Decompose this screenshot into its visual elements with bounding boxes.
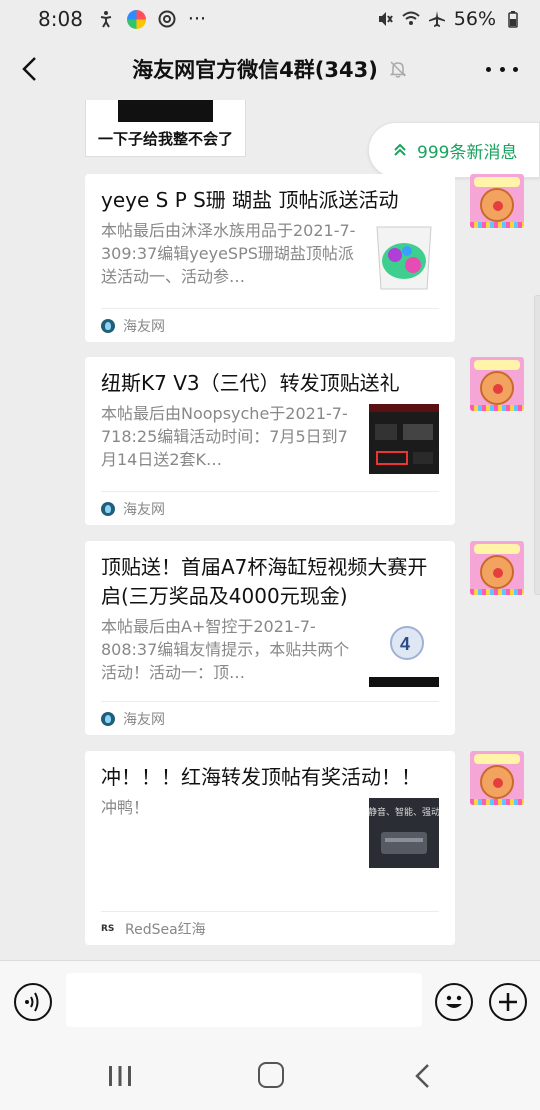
system-nav-bar xyxy=(0,1042,540,1110)
airplane-icon xyxy=(428,11,445,27)
more-notifications-indicator: ··· xyxy=(187,8,207,30)
mute-icon xyxy=(378,12,393,26)
card-description: 本帖最后由Noopsyche于2021-7-718:25编辑活动时间：7月5日到… xyxy=(101,404,348,469)
svg-text:4: 4 xyxy=(400,634,410,654)
avatar[interactable] xyxy=(470,751,524,805)
chat-header: 海友网官方微信4群(343) xyxy=(0,38,540,100)
battery-icon xyxy=(508,11,518,28)
link-card-message[interactable]: yeye S P S珊 瑚盐 顶帖派送活动 本帖最后由沐泽水族用品于2021-7… xyxy=(85,174,455,342)
notification-icons: ··· xyxy=(97,8,206,30)
accessibility-icon xyxy=(100,11,112,28)
voice-input-button[interactable] xyxy=(14,983,52,1021)
card-source-name: 海友网 xyxy=(123,711,165,728)
haiyouwang-logo-icon xyxy=(101,711,115,726)
card-description: 本帖最后由A+智控于2021-7-808:37编辑友情提示，本贴共两个活动！活动… xyxy=(101,617,350,682)
back-nav-icon[interactable] xyxy=(412,1062,434,1090)
card-source-name: RedSea红海 xyxy=(125,921,206,938)
chat-title: 海友网官方微信4群(343) xyxy=(132,58,378,82)
dot-icon xyxy=(486,66,491,72)
plus-icon xyxy=(499,993,517,1011)
link-card-message[interactable]: 冲！！！红海转发顶帖有奖活动！！ 冲鸭！ 静音、智能、强动 RS RedSea红… xyxy=(85,751,455,945)
emoji-button[interactable] xyxy=(435,983,473,1021)
a7-logo-thumbnail: 4 xyxy=(369,617,439,687)
message-input[interactable] xyxy=(66,973,422,1027)
link-card-message[interactable]: 纽斯K7 V3（三代）转发顶贴送礼 本帖最后由Noopsyche于2021-7-… xyxy=(85,357,455,525)
avatar[interactable] xyxy=(470,174,524,228)
new-messages-button[interactable]: 999条新消息 xyxy=(368,122,540,178)
link-card-message[interactable]: 顶贴送！首届A7杯海缸短视频大赛开启(三万奖品及4000元现金) 本帖最后由A+… xyxy=(85,541,455,735)
avatar[interactable] xyxy=(470,541,524,595)
card-source: RS RedSea红海 xyxy=(101,911,439,945)
status-time: 8:08 xyxy=(38,7,83,31)
at-notification-icon xyxy=(158,10,176,28)
smiley-icon xyxy=(446,995,462,1008)
meme-image xyxy=(86,100,245,122)
status-bar: 8:08 ··· 56% xyxy=(0,0,540,38)
previous-image-message[interactable]: 一下子给我整不会了 xyxy=(85,100,246,157)
avatar[interactable] xyxy=(470,357,524,411)
card-title: 顶贴送！首届A7杯海缸短视频大赛开启(三万奖品及4000元现金) xyxy=(101,555,428,608)
card-source-name: 海友网 xyxy=(123,318,165,335)
card-source-name: 海友网 xyxy=(123,501,165,518)
haiyouwang-logo-icon xyxy=(101,318,115,333)
more-functions-button[interactable] xyxy=(489,983,527,1021)
dot-icon xyxy=(499,66,505,72)
recent-apps-icon[interactable] xyxy=(107,1064,133,1088)
dot-icon xyxy=(513,66,518,72)
redsea-logo-icon: RS xyxy=(101,923,115,934)
scroll-handle[interactable] xyxy=(534,295,540,595)
chevron-left-icon xyxy=(22,57,36,81)
message-list[interactable]: 一下子给我整不会了 999条新消息 yeye S P S珊 瑚盐 顶帖派送活动 … xyxy=(0,100,540,960)
card-title: 纽斯K7 V3（三代）转发顶贴送礼 xyxy=(101,371,400,395)
new-messages-label: 999条新消息 xyxy=(417,142,518,163)
haiyouwang-logo-icon xyxy=(101,501,115,516)
input-bar xyxy=(0,960,540,1042)
card-source: 海友网 xyxy=(101,308,439,342)
k7-device-thumbnail xyxy=(369,404,439,474)
system-icons: 56% xyxy=(376,8,522,30)
thumb-caption: 静音、智能、强动 xyxy=(369,806,439,818)
double-chevron-up-icon xyxy=(394,143,406,156)
voice-icon xyxy=(25,992,39,1012)
chat-more-button[interactable] xyxy=(486,58,518,80)
card-title: 冲！！！红海转发顶帖有奖活动！！ xyxy=(101,765,421,789)
app-notification-icon xyxy=(126,9,146,29)
wifi-icon xyxy=(402,11,420,25)
card-source: 海友网 xyxy=(101,491,439,525)
muted-bell-icon xyxy=(389,61,407,78)
card-source: 海友网 xyxy=(101,701,439,735)
card-title: yeye S P S珊 瑚盐 顶帖派送活动 xyxy=(101,188,399,212)
salt-bucket-thumbnail xyxy=(369,221,439,291)
battery-percent: 56% xyxy=(453,8,496,30)
redsea-product-thumbnail: 静音、智能、强动 xyxy=(369,798,439,868)
card-description: 冲鸭！ xyxy=(101,798,150,817)
meme-caption: 一下子给我整不会了 xyxy=(97,130,233,148)
back-button[interactable] xyxy=(14,52,44,86)
card-description: 本帖最后由沐泽水族用品于2021-7-309:37编辑yeyeSPS珊瑚盐顶帖派… xyxy=(101,221,356,286)
home-icon[interactable] xyxy=(258,1062,284,1088)
